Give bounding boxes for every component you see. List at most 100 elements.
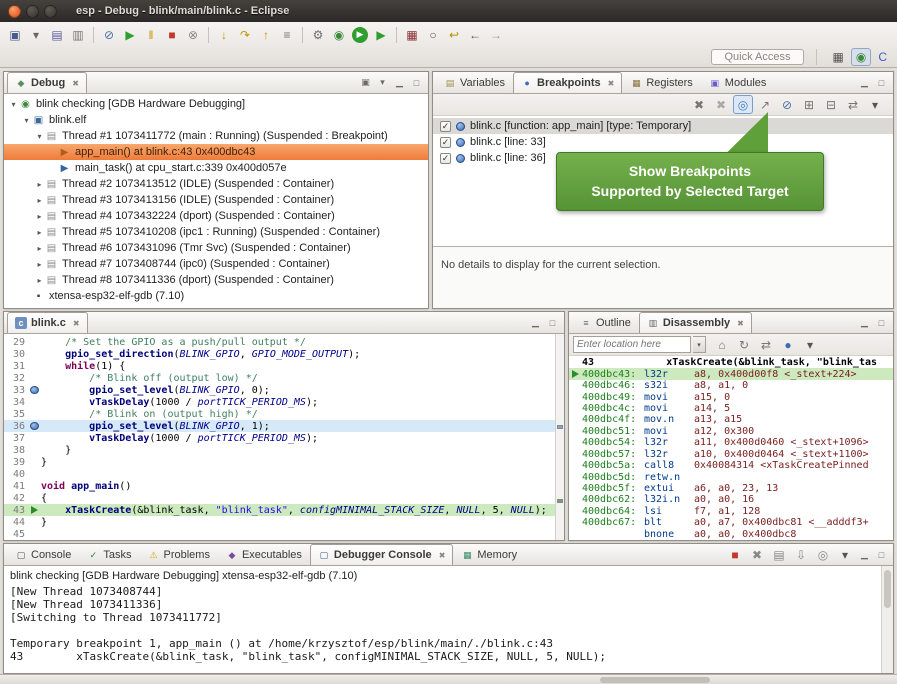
- minimize-icon[interactable]: ▁: [857, 547, 872, 562]
- breakpoint-marker-icon[interactable]: [28, 386, 41, 394]
- scroll-lock-icon[interactable]: ⇩: [791, 545, 811, 564]
- tree-collapsed-arrow[interactable]: ▸: [34, 196, 45, 205]
- line-number[interactable]: 35: [4, 409, 28, 420]
- tree-row[interactable]: ▸▤Thread #8 1073411336 (dport) (Suspende…: [4, 272, 428, 288]
- disassembly-line[interactable]: 400dbc62:l32i.na0, a0, 16: [569, 494, 893, 505]
- run-icon[interactable]: ▶: [352, 27, 368, 43]
- save-icon[interactable]: ▤: [47, 25, 67, 44]
- quick-access-button[interactable]: Quick Access: [711, 49, 803, 65]
- tree-row[interactable]: ▸▤Thread #7 1073408744 (ipc0) (Suspended…: [4, 256, 428, 272]
- code-line[interactable]: 44}: [4, 516, 555, 528]
- breakpoint-checkbox[interactable]: ✓: [440, 121, 451, 132]
- remove-all-breakpoints-icon[interactable]: ✖: [711, 95, 731, 114]
- tree-row[interactable]: ▸▤Thread #4 1073432224 (dport) (Suspende…: [4, 208, 428, 224]
- pin-view-icon[interactable]: ▣: [358, 75, 373, 90]
- breakpoint-checkbox[interactable]: ✓: [440, 137, 451, 148]
- selected-stack-frame[interactable]: ▶app_main() at blink.c:43 0x400dbc43: [4, 144, 428, 160]
- breakpoint-marker-icon[interactable]: [28, 422, 41, 430]
- disassembly-line[interactable]: 400dbc64:lsif7, a1, 128: [569, 506, 893, 517]
- code-line[interactable]: 40: [4, 468, 555, 480]
- close-tab-icon[interactable]: ✖: [608, 79, 615, 88]
- window-minimize-button[interactable]: [26, 5, 39, 18]
- remove-launch-icon[interactable]: ✖: [747, 545, 767, 564]
- console-tab-console[interactable]: ▢Console: [7, 544, 79, 565]
- open-perspective-icon[interactable]: ▦: [829, 48, 848, 66]
- code-line[interactable]: 43 xTaskCreate(&blink_task, "blink_task"…: [4, 504, 555, 516]
- remove-breakpoint-icon[interactable]: ✖: [689, 95, 709, 114]
- minimize-icon[interactable]: ▁: [392, 75, 407, 90]
- line-number[interactable]: 44: [4, 517, 28, 528]
- disassembly-line[interactable]: 400dbc57:l32ra10, 0x400d0464 <_stext+110…: [569, 449, 893, 460]
- tree-collapsed-arrow[interactable]: ▸: [34, 276, 45, 285]
- disassembly-line[interactable]: 400dbc67:blta0, a7, 0x400dbc81 <__adddf3…: [569, 517, 893, 528]
- clear-console-icon[interactable]: ▤: [769, 545, 789, 564]
- maximize-icon[interactable]: □: [545, 315, 560, 330]
- toggle-breakpoint-icon[interactable]: ●: [778, 335, 798, 354]
- console-output[interactable]: blink checking [GDB Hardware Debugging] …: [4, 566, 881, 673]
- skip-all-breakpoints-icon[interactable]: ⊘: [777, 95, 797, 114]
- code-line[interactable]: 45: [4, 528, 555, 540]
- window-maximize-button[interactable]: [44, 5, 57, 18]
- goto-file-icon[interactable]: ↗: [755, 95, 775, 114]
- suspend-icon[interactable]: ‖: [141, 25, 161, 44]
- tree-row[interactable]: ▸▤Thread #3 1073413156 (IDLE) (Suspended…: [4, 192, 428, 208]
- tree-collapsed-arrow[interactable]: ▸: [34, 212, 45, 221]
- resume-icon[interactable]: ▶: [120, 25, 140, 44]
- code-line[interactable]: 41void app_main(): [4, 480, 555, 492]
- breakpoint-checkbox[interactable]: ✓: [440, 153, 451, 164]
- disassembly-line[interactable]: 400dbc5a:call80x40084314 <xTaskCreatePin…: [569, 460, 893, 471]
- disassembly-line[interactable]: 43 xTaskCreate(&blink_task, "blink_tas: [569, 357, 893, 368]
- line-number[interactable]: 29: [4, 337, 28, 348]
- code-line[interactable]: 36 gpio_set_level(BLINK_GPIO, 1);: [4, 420, 555, 432]
- minimize-icon[interactable]: ▁: [857, 315, 872, 330]
- code-line[interactable]: 33 gpio_set_level(BLINK_GPIO, 0);: [4, 384, 555, 396]
- disassembly-line[interactable]: 400dbc4c:movia14, 5: [569, 403, 893, 414]
- disasm-tab-outline[interactable]: ≡Outline: [572, 312, 639, 333]
- line-number[interactable]: 45: [4, 529, 28, 540]
- maximize-icon[interactable]: □: [409, 75, 424, 90]
- tree-collapsed-arrow[interactable]: ▸: [34, 244, 45, 253]
- tree-row[interactable]: ▸▤Thread #2 1073413512 (IDLE) (Suspended…: [4, 176, 428, 192]
- views-tab-breakpoints[interactable]: ●Breakpoints✖: [513, 72, 622, 93]
- line-number[interactable]: 37: [4, 433, 28, 444]
- code-line[interactable]: 34 vTaskDelay(1000 / portTICK_PERIOD_MS)…: [4, 396, 555, 408]
- view-menu-icon[interactable]: ▾: [375, 75, 390, 90]
- line-number[interactable]: 39: [4, 457, 28, 468]
- disasm-tab-disassembly[interactable]: ▥Disassembly✖: [639, 312, 752, 333]
- line-number[interactable]: 43: [4, 505, 28, 516]
- debug-icon[interactable]: ◉: [329, 25, 349, 44]
- views-tab-modules[interactable]: ▣Modules: [701, 72, 775, 93]
- overview-mark[interactable]: [557, 425, 563, 429]
- line-number[interactable]: 38: [4, 445, 28, 456]
- new-dropdown-arrow[interactable]: ▾: [26, 25, 46, 44]
- tree-collapsed-arrow[interactable]: ▸: [34, 180, 45, 189]
- step-into-icon[interactable]: ↓: [214, 25, 234, 44]
- disassembly-line[interactable]: 400dbc49:movia15, 0: [569, 391, 893, 402]
- disassembly-line[interactable]: 400dbc5d:retw.n: [569, 471, 893, 482]
- disasm-view-menu-arrow[interactable]: ▾: [800, 335, 820, 354]
- disassembly-line[interactable]: 400dbc5f:extuia6, a0, 23, 13: [569, 483, 893, 494]
- tree-row[interactable]: ▶main_task() at cpu_start.c:339 0x400d05…: [4, 160, 428, 176]
- close-tab-icon[interactable]: ✖: [73, 319, 80, 328]
- close-tab-icon[interactable]: ✖: [737, 319, 744, 328]
- external-tools-icon[interactable]: ▶: [371, 25, 391, 44]
- tree-collapsed-arrow[interactable]: ▸: [34, 260, 45, 269]
- line-number[interactable]: 36: [4, 421, 28, 432]
- forward-icon[interactable]: →: [486, 25, 506, 44]
- console-tab-executables[interactable]: ◆Executables: [218, 544, 310, 565]
- console-tab-memory[interactable]: ▦Memory: [453, 544, 525, 565]
- maximize-icon[interactable]: □: [874, 547, 889, 562]
- console-tab-tasks[interactable]: ✓Tasks: [79, 544, 139, 565]
- instruction-stepping-icon[interactable]: ≡: [277, 25, 297, 44]
- tree-expanded-arrow[interactable]: ▾: [34, 132, 45, 141]
- disassembly-line[interactable]: 400dbc43:l32ra8, 0x400d00f8 <_stext+224>: [569, 368, 893, 379]
- minimize-icon[interactable]: ▁: [857, 75, 872, 90]
- back-icon[interactable]: ←: [465, 25, 485, 44]
- status-scrollbar-handle[interactable]: [600, 677, 710, 683]
- code-line[interactable]: 42{: [4, 492, 555, 504]
- line-number[interactable]: 40: [4, 469, 28, 480]
- disassembly-line[interactable]: 400dbc51:movia12, 0x300: [569, 426, 893, 437]
- breakpoints-view-menu-arrow[interactable]: ▾: [865, 95, 885, 114]
- line-number[interactable]: 41: [4, 481, 28, 492]
- views-tab-registers[interactable]: ▦Registers: [622, 72, 700, 93]
